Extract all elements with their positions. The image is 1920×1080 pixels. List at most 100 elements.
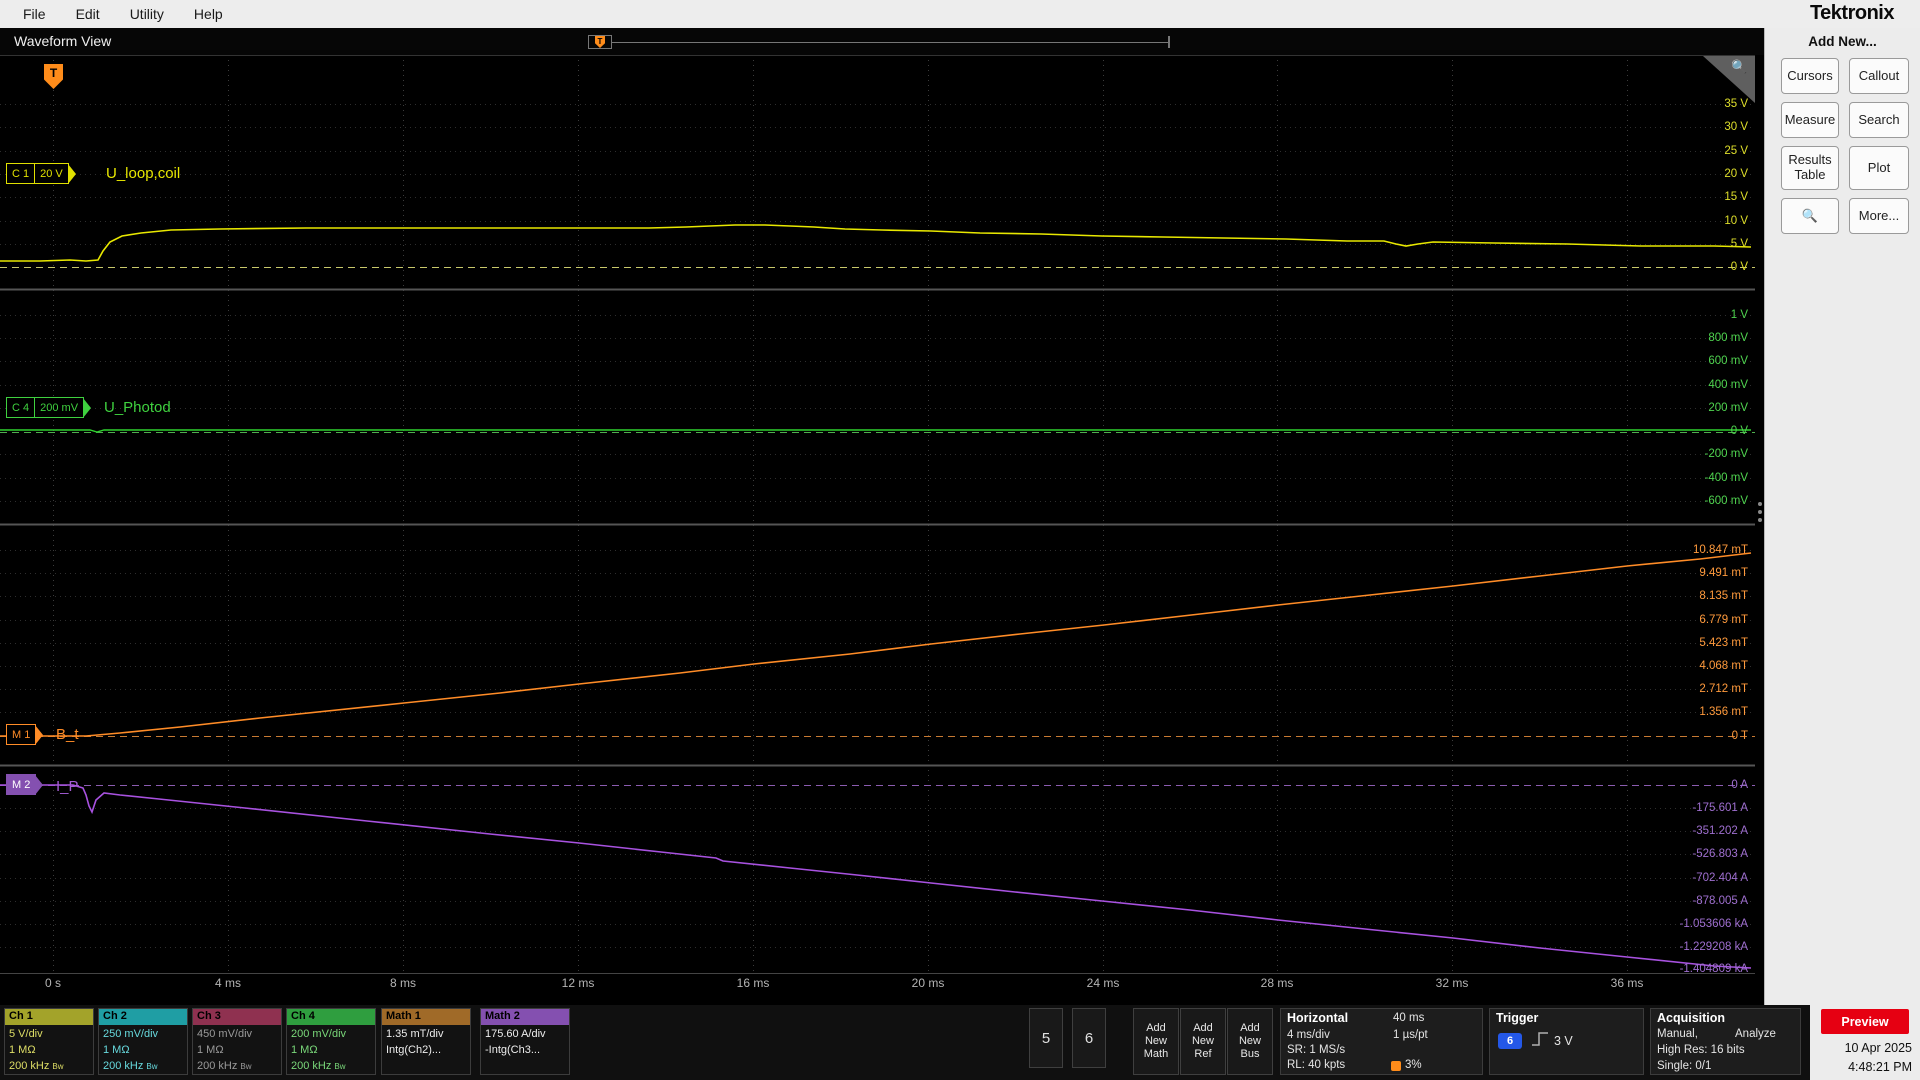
channel4-badge-scale: 200 mV: [34, 398, 83, 417]
cursors-button[interactable]: Cursors: [1781, 58, 1839, 94]
oscilloscope-screen: T 🔍 C 1 20 V C 4 200 mV M 1 M 2 U_loop,c…: [0, 0, 1920, 1080]
measure-button[interactable]: Measure: [1781, 102, 1839, 138]
x-axis-label: 16 ms: [736, 976, 770, 990]
trace-math1[interactable]: [0, 552, 1752, 737]
datetime-display: 10 Apr 2025 4:48:21 PM: [1845, 1039, 1912, 1077]
ch1-badge-title: Ch 1: [5, 1009, 93, 1025]
trace-math2[interactable]: [0, 784, 1752, 969]
menu-edit[interactable]: Edit: [61, 6, 115, 22]
horizontal-title: Horizontal: [1287, 1011, 1349, 1025]
menu-utility[interactable]: Utility: [115, 6, 179, 22]
horizontal-settings-panel[interactable]: Horizontal 40 ms 4 ms/div 1 µs/pt SR: 1 …: [1280, 1008, 1483, 1075]
add-new-title: Add New...: [1808, 34, 1877, 49]
y-axis-label-ch1: 5 V: [1730, 238, 1748, 250]
add-new-ref-button[interactable]: Add New Ref: [1180, 1008, 1226, 1075]
math2-reference-badge[interactable]: M 2: [6, 774, 37, 795]
position-indicator-line: [612, 41, 1168, 43]
y-axis-label-ch1: 15 V: [1724, 191, 1748, 203]
trace-ch1[interactable]: [0, 224, 1752, 262]
channel4-waveform-label: U_Photod: [104, 399, 171, 416]
math1-badge-label: M 1: [12, 728, 31, 741]
magnifier-icon: 🔍: [1801, 207, 1819, 223]
math1-reference-badge[interactable]: M 1: [6, 724, 37, 745]
channel1-badge-scale: 20 V: [34, 164, 68, 183]
ch4-settings-badge[interactable]: Ch 4 200 mV/div 1 MΩ 200 kHz Bw: [286, 1008, 376, 1075]
y-axis-label-math2: -351.202 A: [1692, 825, 1748, 837]
channel4-reference-badge[interactable]: C 4 200 mV: [6, 397, 85, 418]
plot-button[interactable]: Plot: [1849, 146, 1909, 190]
add-ref-line3: Ref: [1194, 1048, 1212, 1060]
x-axis-label: 4 ms: [214, 976, 241, 990]
grid-horizontal-lines: [0, 104, 1755, 948]
preview-button[interactable]: Preview: [1821, 1009, 1909, 1034]
math1-waveform-label: B_t: [56, 726, 79, 743]
search-button[interactable]: Search: [1849, 102, 1909, 138]
x-axis-label: 28 ms: [1260, 976, 1294, 990]
y-axis-label-ch4: 0 V: [1730, 425, 1748, 437]
channel1-waveform-label: U_loop,coil: [106, 165, 181, 182]
channel1-badge-label: C 1: [12, 167, 30, 180]
bottom-settings-bar: Ch 1 5 V/div 1 MΩ 200 kHz Bw Ch 2 250 mV…: [0, 1005, 1810, 1080]
y-axis-label-math2: -526.803 A: [1692, 848, 1748, 860]
add-new-math-button[interactable]: Add New Math: [1133, 1008, 1179, 1075]
ch3-badge-title: Ch 3: [193, 1009, 281, 1025]
tektronix-logo: Tektronix: [1809, 2, 1895, 24]
panel-splitter-handle[interactable]: [1757, 498, 1763, 526]
math2-waveform-label: I_P: [56, 778, 79, 795]
y-axis-label-math2: -878.005 A: [1692, 895, 1748, 907]
ch2-bandwidth: 200 kHz: [103, 1060, 144, 1072]
zero-reference-lines: [0, 267, 1755, 786]
ch4-impedance: 1 MΩ: [291, 1044, 318, 1056]
ch2-bw-flag: Bw: [146, 1062, 158, 1071]
ch3-settings-badge[interactable]: Ch 3 450 mV/div 1 MΩ 200 kHz Bw: [192, 1008, 282, 1075]
y-axis-label-math1: 2.712 mT: [1699, 683, 1748, 695]
callout-button[interactable]: Callout: [1849, 58, 1909, 94]
results-table-button[interactable]: Results Table: [1781, 146, 1839, 190]
ch1-settings-badge[interactable]: Ch 1 5 V/div 1 MΩ 200 kHz Bw: [4, 1008, 94, 1075]
magnifier-icon: 🔍: [1731, 59, 1748, 74]
add-bus-line2: New: [1238, 1035, 1261, 1047]
y-axis-label-math2: -1.404809 kA: [1679, 963, 1748, 975]
y-axis-label-ch4: 1 V: [1730, 309, 1748, 321]
trigger-settings-panel[interactable]: Trigger 6 3 V: [1489, 1008, 1644, 1075]
x-axis-label: 32 ms: [1435, 976, 1469, 990]
horizontal-position-indicator[interactable]: T: [588, 35, 1170, 49]
x-axis-label: 20 ms: [911, 976, 945, 990]
clipping-warning-icon: [1391, 1061, 1401, 1071]
math2-settings-badge[interactable]: Math 2 175.60 A/div -Intg(Ch3...: [480, 1008, 570, 1075]
x-axis-label: 0 s: [44, 976, 61, 990]
horizontal-sample-rate: SR: 1 MS/s: [1287, 1044, 1346, 1056]
position-marker-box[interactable]: T: [588, 35, 612, 49]
waveform-plot-area[interactable]: T 🔍 C 1 20 V C 4 200 mV M 1 M 2 U_loop,c…: [0, 0, 1755, 1005]
channel1-reference-badge[interactable]: C 1 20 V: [6, 163, 69, 184]
zoom-button[interactable]: 🔍: [1781, 198, 1839, 234]
menu-file[interactable]: File: [8, 6, 61, 22]
ch4-bw-flag: Bw: [334, 1062, 346, 1071]
math1-scale: 1.35 mT/div: [386, 1028, 444, 1040]
date-label: 10 Apr 2025: [1844, 1041, 1912, 1055]
waveform-view-titlebar: Waveform View T: [0, 28, 1764, 55]
badge-button-6[interactable]: 6: [1072, 1008, 1106, 1068]
y-axis-label-ch1: 0 V: [1730, 261, 1748, 273]
horizontal-record-length: RL: 40 kpts: [1287, 1059, 1346, 1071]
x-axis-label: 12 ms: [561, 976, 595, 990]
add-new-bus-button[interactable]: Add New Bus: [1227, 1008, 1273, 1075]
x-axis-label: 24 ms: [1086, 976, 1120, 990]
math2-expression: -Intg(Ch3...: [485, 1044, 541, 1056]
menu-bar: File Edit Utility Help Tektronix: [0, 0, 1920, 28]
waveform-canvas[interactable]: [0, 0, 1755, 1005]
acquisition-title: Acquisition: [1657, 1011, 1726, 1025]
more-button[interactable]: More...: [1849, 198, 1909, 234]
y-axis-label-ch1: 25 V: [1724, 145, 1748, 157]
y-axis-label-math1: 0 T: [1731, 730, 1748, 742]
trace-ch4[interactable]: [0, 429, 1751, 433]
y-axis-label-math1: 6.779 mT: [1699, 614, 1748, 626]
menu-help[interactable]: Help: [179, 6, 238, 22]
badge-button-5[interactable]: 5: [1029, 1008, 1063, 1068]
acquisition-detail: High Res: 16 bits: [1657, 1044, 1745, 1056]
math1-settings-badge[interactable]: Math 1 1.35 mT/div Intg(Ch2)...: [381, 1008, 471, 1075]
acquisition-settings-panel[interactable]: Acquisition Manual, Analyze High Res: 16…: [1650, 1008, 1801, 1075]
ch3-bw-flag: Bw: [240, 1062, 252, 1071]
bottom-right-block: Preview 10 Apr 2025 4:48:21 PM: [1810, 1005, 1920, 1080]
ch2-settings-badge[interactable]: Ch 2 250 mV/div 1 MΩ 200 kHz Bw: [98, 1008, 188, 1075]
